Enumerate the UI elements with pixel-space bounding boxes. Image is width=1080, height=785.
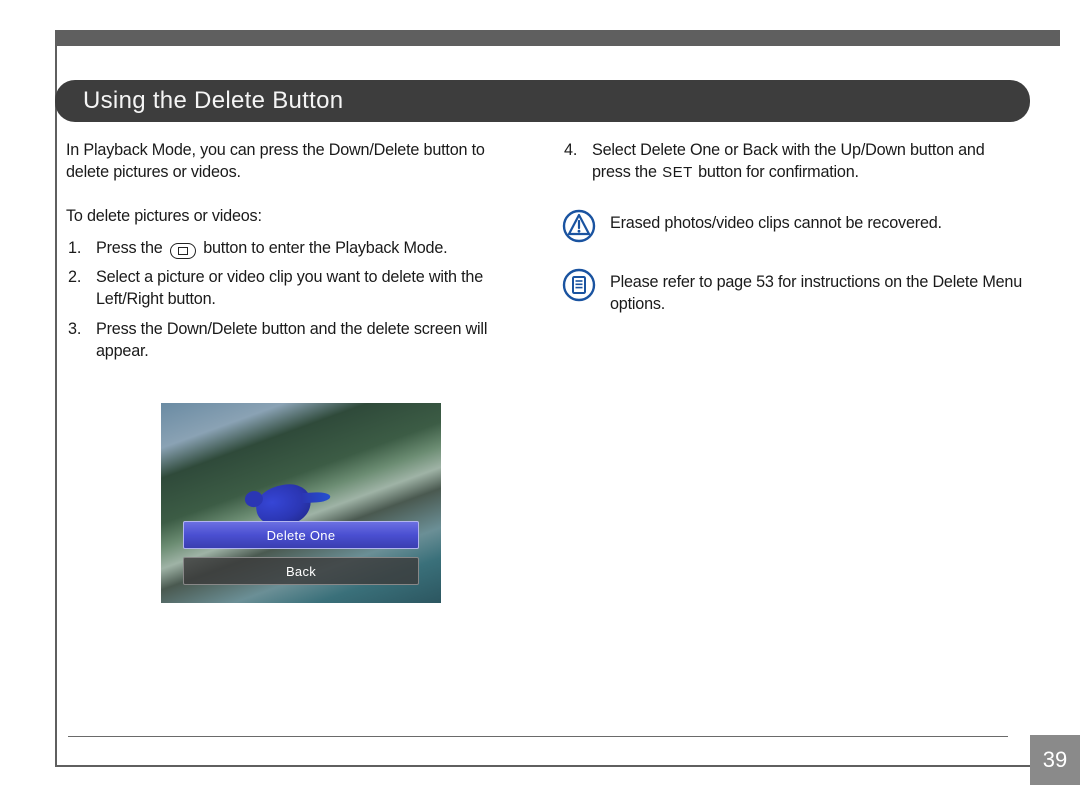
set-button-label: SET bbox=[661, 164, 694, 181]
intro-paragraph: In Playback Mode, you can press the Down… bbox=[66, 140, 530, 184]
step-1: Press the button to enter the Playback M… bbox=[66, 238, 530, 260]
step-4: Select Delete One or Back with the Up/Do… bbox=[562, 140, 1026, 184]
section-title: Using the Delete Button bbox=[83, 87, 343, 115]
camera-screenshot: Delete One Back bbox=[161, 403, 441, 603]
menu-item-delete-one: Delete One bbox=[183, 521, 419, 549]
note-row: Please refer to page 53 for instructions… bbox=[562, 268, 1026, 316]
step-3: Press the Down/Delete button and the del… bbox=[66, 319, 530, 363]
step-2: Select a picture or video clip you want … bbox=[66, 267, 530, 311]
warning-row: Erased photos/video clips cannot be reco… bbox=[562, 209, 1026, 243]
step-4-post: button for confirmation. bbox=[694, 163, 859, 181]
right-column: Select Delete One or Back with the Up/Do… bbox=[562, 140, 1026, 603]
step-1-post: button to enter the Playback Mode. bbox=[199, 239, 448, 257]
section-header: Using the Delete Button bbox=[55, 80, 1030, 122]
warning-icon bbox=[562, 209, 596, 243]
content-area: In Playback Mode, you can press the Down… bbox=[66, 140, 1026, 603]
note-text: Please refer to page 53 for instructions… bbox=[610, 268, 1026, 316]
steps-list-left: Press the button to enter the Playback M… bbox=[66, 238, 530, 363]
steps-heading: To delete pictures or videos: bbox=[66, 206, 530, 228]
step-1-pre: Press the bbox=[96, 239, 167, 257]
footer-rule bbox=[68, 736, 1008, 737]
note-icon bbox=[562, 268, 596, 302]
page-header-bar bbox=[57, 30, 1060, 46]
delete-menu: Delete One Back bbox=[183, 521, 419, 585]
left-column: In Playback Mode, you can press the Down… bbox=[66, 140, 530, 603]
playback-icon bbox=[170, 243, 196, 259]
menu-item-back: Back bbox=[183, 557, 419, 585]
warning-text: Erased photos/video clips cannot be reco… bbox=[610, 209, 1026, 235]
steps-list-right: Select Delete One or Back with the Up/Do… bbox=[562, 140, 1026, 184]
page-number: 39 bbox=[1030, 735, 1080, 785]
